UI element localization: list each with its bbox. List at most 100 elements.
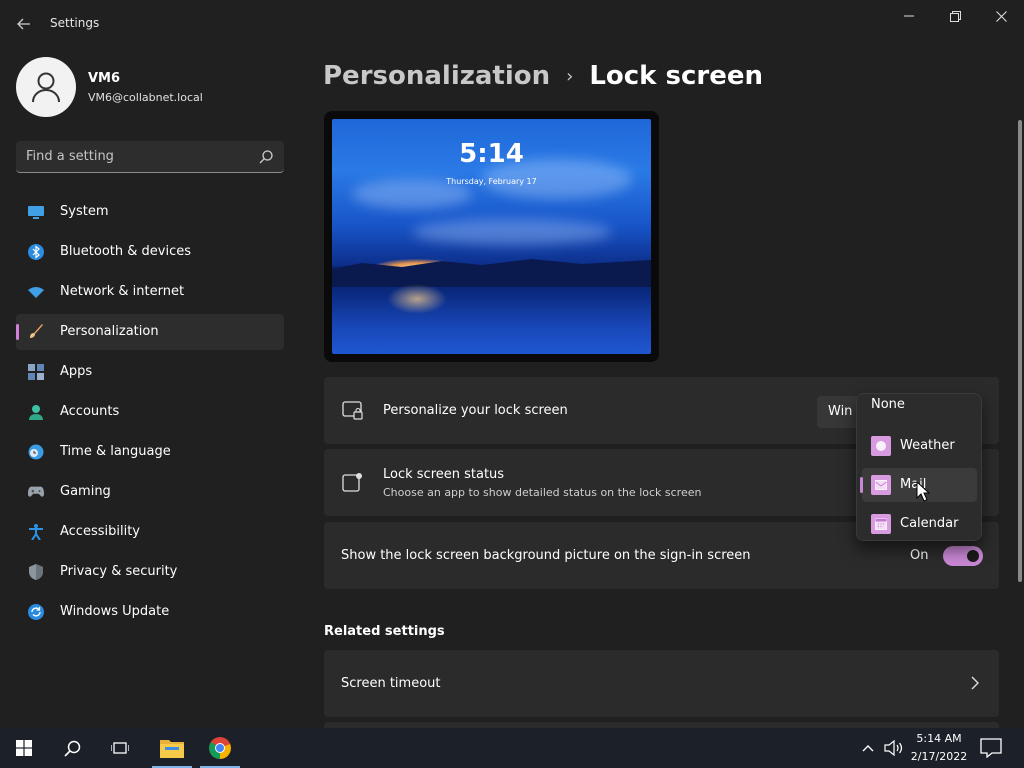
sidebar-item-label: Personalization: [60, 324, 159, 339]
chrome-icon: [209, 737, 231, 759]
chrome-taskbar-button[interactable]: [196, 728, 244, 768]
sidebar-item-accessibility[interactable]: Accessibility: [16, 514, 284, 550]
dropdown-option-label: None: [871, 397, 905, 412]
folder-icon: [160, 740, 184, 758]
lock-screen-status-label: Lock screen status: [383, 467, 505, 482]
mail-icon: [871, 475, 891, 495]
selected-indicator: [860, 477, 863, 493]
close-icon: [995, 10, 1007, 22]
minimize-button[interactable]: [886, 0, 932, 32]
scrollbar[interactable]: [1018, 120, 1022, 582]
preview-time: 5:14: [459, 139, 524, 169]
status-window-icon: [342, 473, 362, 492]
calendar-icon: [871, 514, 891, 534]
related-settings-heading: Related settings: [324, 624, 445, 639]
signin-background-toggle[interactable]: [943, 546, 983, 566]
sidebar-item-label: Accessibility: [60, 524, 140, 539]
sidebar-item-system[interactable]: System: [16, 194, 284, 230]
mouse-cursor-icon: [916, 481, 930, 502]
sidebar-item-label: Network & internet: [60, 284, 185, 299]
user-profile[interactable]: VM6 VM6@collabnet.local: [16, 57, 286, 119]
sidebar-item-gaming[interactable]: Gaming: [16, 474, 284, 510]
lock-screen-preview: 5:14 Thursday, February 17: [324, 111, 659, 362]
accounts-icon: [28, 404, 44, 420]
title-bar: Settings: [0, 0, 1024, 48]
dropdown-option-weather[interactable]: Weather: [862, 429, 977, 463]
system-icon: [28, 204, 44, 220]
accessibility-icon: [28, 524, 44, 540]
restore-button[interactable]: [932, 0, 978, 32]
sidebar-item-windows-update[interactable]: Windows Update: [16, 594, 284, 630]
search-input[interactable]: [16, 141, 252, 172]
breadcrumb-parent[interactable]: Personalization: [323, 61, 550, 91]
task-view-icon: [111, 742, 129, 754]
sidebar-item-time-language[interactable]: Time & language: [16, 434, 284, 470]
notification-icon[interactable]: [980, 738, 1002, 758]
lock-screen-status-description: Choose an app to show detailed status on…: [383, 486, 702, 499]
back-arrow-icon: [17, 18, 30, 30]
sidebar-item-label: Time & language: [60, 444, 171, 459]
volume-icon[interactable]: [884, 739, 904, 757]
search-box: [16, 141, 284, 173]
sidebar-item-bluetooth[interactable]: Bluetooth & devices: [16, 234, 284, 270]
lock-screen-image-icon: [342, 401, 363, 420]
sidebar-item-apps[interactable]: Apps: [16, 354, 284, 390]
taskbar-clock[interactable]: 5:14 AM 2/17/2022: [906, 730, 972, 766]
sidebar-item-label: System: [60, 204, 109, 219]
toggle-knob: [967, 550, 979, 562]
sidebar-item-label: Gaming: [60, 484, 111, 499]
back-button[interactable]: [10, 10, 38, 38]
sidebar-item-accounts[interactable]: Accounts: [16, 394, 284, 430]
page-title: Lock screen: [589, 61, 763, 91]
user-email: VM6@collabnet.local: [88, 91, 203, 104]
brush-icon: [28, 324, 44, 340]
taskbar-search-button[interactable]: [48, 728, 96, 768]
search-icon[interactable]: [258, 149, 274, 165]
sidebar-item-label: Privacy & security: [60, 564, 178, 579]
windows-logo-icon: [16, 740, 32, 756]
clock-globe-icon: [28, 444, 44, 460]
breadcrumb: Personalization › Lock screen: [323, 58, 763, 94]
dropdown-option-label: Weather: [900, 438, 955, 453]
sidebar-item-label: Bluetooth & devices: [60, 244, 191, 259]
screen-timeout-row[interactable]: Screen timeout: [324, 650, 999, 717]
weather-icon: [871, 436, 891, 456]
search-icon: [63, 740, 80, 757]
sidebar-item-network[interactable]: Network & internet: [16, 274, 284, 310]
lock-screen-preview-image: 5:14 Thursday, February 17: [332, 119, 651, 354]
sidebar-item-label: Apps: [60, 364, 93, 379]
gamepad-icon: [28, 484, 44, 500]
taskbar: 5:14 AM 2/17/2022: [0, 728, 1024, 768]
apps-icon: [28, 364, 44, 380]
clock-date: 2/17/2022: [910, 750, 968, 763]
personalize-lock-screen-label: Personalize your lock screen: [383, 403, 568, 418]
sidebar-item-label: Accounts: [60, 404, 120, 419]
user-name: VM6: [88, 71, 121, 86]
dropdown-option-calendar[interactable]: Calendar: [862, 507, 977, 541]
clock-time: 5:14 AM: [916, 732, 962, 745]
dropdown-option-none[interactable]: None: [862, 392, 977, 426]
signin-background-label: Show the lock screen background picture …: [341, 548, 751, 563]
active-indicator: [16, 324, 19, 340]
chevron-right-icon: ›: [566, 65, 574, 87]
chevron-up-icon[interactable]: [860, 740, 876, 756]
sidebar-item-personalization[interactable]: Personalization: [16, 314, 284, 350]
wifi-icon: [28, 284, 44, 300]
shield-icon: [28, 564, 44, 580]
sidebar-item-label: Windows Update: [60, 604, 170, 619]
window-title: Settings: [50, 16, 100, 30]
file-explorer-taskbar-button[interactable]: [148, 728, 196, 768]
toggle-state-label: On: [910, 548, 929, 563]
lock-screen-status-dropdown: None Weather Mail Calendar: [856, 393, 982, 541]
minimize-icon: [904, 15, 914, 17]
restore-icon: [949, 10, 961, 22]
chevron-right-icon: [971, 676, 979, 690]
update-icon: [28, 604, 44, 620]
sidebar-item-privacy[interactable]: Privacy & security: [16, 554, 284, 590]
start-button[interactable]: [0, 728, 48, 768]
close-button[interactable]: [978, 0, 1024, 32]
task-view-button[interactable]: [96, 728, 144, 768]
avatar: [16, 57, 76, 117]
sidebar-nav: System Bluetooth & devices Network & int…: [16, 194, 284, 634]
bluetooth-icon: [28, 244, 44, 260]
